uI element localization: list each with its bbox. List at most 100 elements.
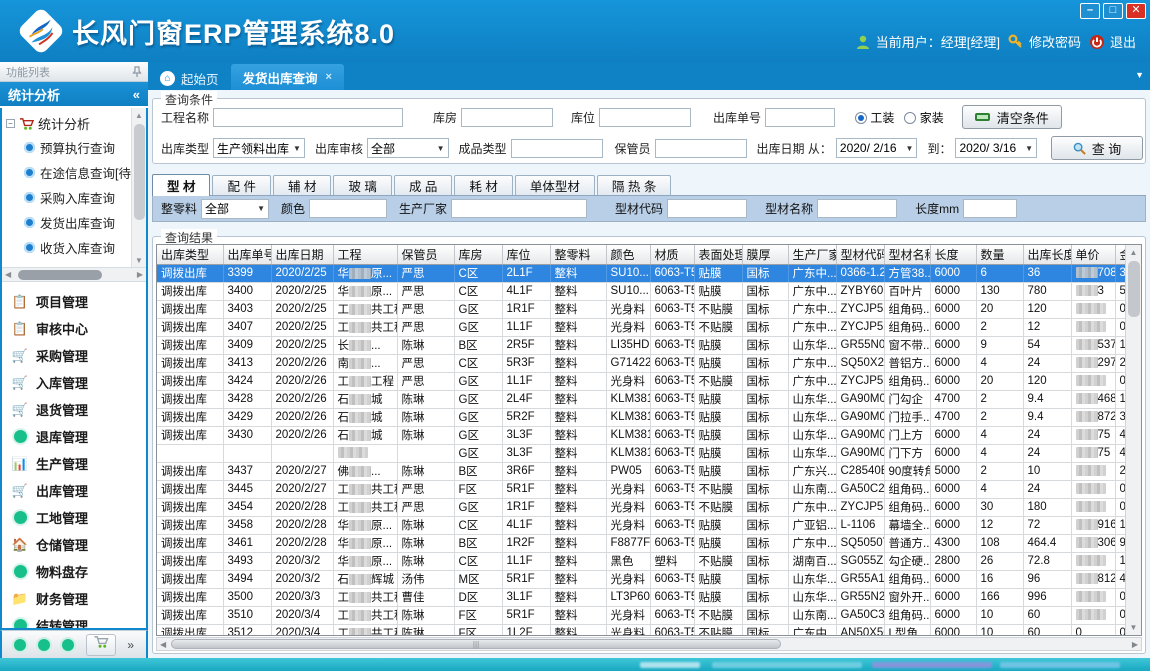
module-dot-icon[interactable]: [62, 639, 74, 651]
tree-item[interactable]: 发货出库查询: [6, 210, 124, 235]
column-header[interactable]: 表面处理: [694, 245, 742, 264]
table-row[interactable]: 调拨出库34452020/2/27工共工程严思F区5R1F整料光身料6063-T…: [157, 480, 1139, 498]
clear-conditions-button[interactable]: 清空条件: [962, 105, 1062, 129]
sidebar-item-财务管理[interactable]: 📁财务管理: [2, 585, 146, 612]
column-header[interactable]: 保管员: [397, 245, 454, 264]
location-input[interactable]: [599, 108, 691, 127]
sidebar-item-采购管理[interactable]: 🛒采购管理: [2, 342, 146, 369]
table-row[interactable]: 调拨出库34942020/3/2石辉城汤伟M区5R1F整料光身料6063-T5贴…: [157, 570, 1139, 588]
radio-jiazhuang[interactable]: 家装: [904, 109, 943, 126]
radio-gongzhuang[interactable]: 工装: [855, 109, 894, 126]
table-row[interactable]: 调拨出库34002020/2/25华原...严思C区4L1F整料SU10...6…: [157, 282, 1139, 300]
table-row[interactable]: 调拨出库34132020/2/26南...严思C区5R3F整料G71422606…: [157, 354, 1139, 372]
length-input[interactable]: [963, 199, 1017, 218]
table-row[interactable]: 调拨出库34932020/3/2华原...陈琳C区1L1F整料黑色塑料不贴膜国标…: [157, 552, 1139, 570]
tree-item[interactable]: 在途信息查询[待: [6, 160, 124, 185]
table-row[interactable]: 调拨出库34372020/2/27佛...陈琳B区3R6F整料PW056063-…: [157, 462, 1139, 480]
material-tab-隔热条[interactable]: 隔 热 条: [597, 175, 671, 195]
tab-list-dropdown-icon[interactable]: ▼: [1135, 70, 1144, 80]
collapse-icon[interactable]: «: [133, 87, 140, 102]
column-header[interactable]: 颜色: [606, 245, 650, 264]
sidebar-item-工地管理[interactable]: 工地管理: [2, 504, 146, 531]
scroll-left-icon[interactable]: ◀: [160, 638, 166, 651]
maximize-button[interactable]: □: [1103, 3, 1123, 19]
tree-expander-icon[interactable]: −: [6, 119, 15, 128]
table-row[interactable]: 调拨出库35122020/3/4工共工程陈琳F区1L2F整料光身料6063-T5…: [157, 624, 1139, 636]
column-header[interactable]: 出库类型: [157, 245, 223, 264]
table-row[interactable]: 调拨出库34092020/2/25长...陈琳B区2R5F整料LI35HD606…: [157, 336, 1139, 354]
warehouse-input[interactable]: [461, 108, 553, 127]
column-header[interactable]: 材质: [650, 245, 694, 264]
sidebar-item-结转管理[interactable]: 结转管理: [2, 612, 146, 630]
minimize-button[interactable]: –: [1080, 3, 1100, 19]
tree-item[interactable]: 退货查询[待定]: [6, 260, 124, 268]
table-row[interactable]: 调拨出库35002020/3/3工共工程曹佳D区3L1F整料LT3P606063…: [157, 588, 1139, 606]
table-row[interactable]: 调拨出库34282020/2/26石城陈琳G区2L4F整料KLM38176063…: [157, 390, 1139, 408]
sidebar-group-statistics[interactable]: 统计分析 «: [0, 82, 148, 106]
table-row[interactable]: G区3L3F整料KLM38176063-T5贴膜国标山东华...GA90M09.…: [157, 444, 1139, 462]
table-row[interactable]: 调拨出库34242020/2/26工工程严思G区1L1F整料光身料6063-T5…: [157, 372, 1139, 390]
product-type-input[interactable]: [511, 139, 603, 158]
scroll-up-icon[interactable]: ▲: [1126, 245, 1141, 260]
module-dot-icon[interactable]: [38, 639, 50, 651]
order-no-input[interactable]: [765, 108, 835, 127]
column-header[interactable]: 单价: [1071, 245, 1115, 264]
table-row[interactable]: 调拨出库34582020/2/28华原...陈琳C区4L1F整料光身料6063-…: [157, 516, 1139, 534]
table-row[interactable]: 调拨出库34302020/2/26石城陈琳G区3L3F整料KLM38176063…: [157, 426, 1139, 444]
tab-close-icon[interactable]: ×: [326, 71, 332, 83]
module-cart-button[interactable]: [86, 634, 116, 656]
keeper-input[interactable]: [655, 139, 747, 158]
column-header[interactable]: 型材代码: [836, 245, 884, 264]
column-header[interactable]: 出库单号: [223, 245, 271, 264]
project-name-input[interactable]: [213, 108, 403, 127]
tree-item[interactable]: 采购入库查询: [6, 185, 124, 210]
manufacturer-input[interactable]: [451, 199, 587, 218]
more-modules-chevron[interactable]: »: [127, 638, 134, 652]
material-tab-辅材[interactable]: 辅 材: [273, 175, 331, 195]
out-type-select[interactable]: 生产领料出库▼: [213, 138, 305, 158]
table-row[interactable]: 调拨出库34032020/2/25工共工程严思G区1R1F整料光身料6063-T…: [157, 300, 1139, 318]
scroll-left-icon[interactable]: ◀: [5, 268, 11, 282]
column-header[interactable]: 数量: [976, 245, 1023, 264]
column-header[interactable]: 出库日期: [271, 245, 333, 264]
query-button[interactable]: 查 询: [1051, 136, 1143, 160]
table-vertical-scrollbar[interactable]: ▲ ▼: [1125, 245, 1141, 635]
column-header[interactable]: 型材名称: [884, 245, 930, 264]
tab-shipment-outbound-query[interactable]: 发货出库查询 ×: [231, 64, 344, 90]
sidebar-item-仓储管理[interactable]: 🏠仓储管理: [2, 531, 146, 558]
sidebar-item-退库管理[interactable]: 退库管理: [2, 423, 146, 450]
table-row[interactable]: 调拨出库34542020/2/28工共工程严思G区1R1F整料光身料6063-T…: [157, 498, 1139, 516]
column-header[interactable]: 生产厂家: [788, 245, 836, 264]
tab-home[interactable]: ⌂ 起始页: [148, 66, 231, 90]
table-row[interactable]: 调拨出库34612020/2/28华原...陈琳B区1R2F整料F8877FT6…: [157, 534, 1139, 552]
column-header[interactable]: 出库长度: [1023, 245, 1071, 264]
tree-item[interactable]: 预算执行查询: [6, 135, 124, 160]
color-input[interactable]: [309, 199, 387, 218]
date-to-select[interactable]: 2020/ 3/16▼: [955, 138, 1037, 158]
change-password-button[interactable]: 修改密码: [1008, 32, 1081, 51]
sidebar-item-出库管理[interactable]: 🛒出库管理: [2, 477, 146, 504]
table-horizontal-scrollbar[interactable]: ◀ ||| ▶: [156, 637, 1142, 651]
tree-item[interactable]: 收货入库查询: [6, 235, 124, 260]
table-row[interactable]: 调拨出库34292020/2/26石城陈琳G区5R2F整料KLM38176063…: [157, 408, 1139, 426]
date-from-select[interactable]: 2020/ 2/16▼: [836, 138, 918, 158]
audit-select[interactable]: 全部▼: [367, 138, 449, 158]
material-tab-型材[interactable]: 型 材: [152, 174, 210, 196]
sidebar-item-项目管理[interactable]: 📋项目管理: [2, 288, 146, 315]
column-header[interactable]: 长度: [930, 245, 976, 264]
logout-button[interactable]: 退出: [1089, 32, 1136, 51]
sidebar-item-生产管理[interactable]: 📊生产管理: [2, 450, 146, 477]
pin-icon[interactable]: [132, 66, 142, 78]
table-row[interactable]: 调拨出库34072020/2/25工共工程严思G区1L1F整料光身料6063-T…: [157, 318, 1139, 336]
column-header[interactable]: 整零料: [550, 245, 606, 264]
material-tab-耗材[interactable]: 耗 材: [454, 175, 512, 195]
material-tab-配件[interactable]: 配 件: [212, 175, 270, 195]
profile-code-input[interactable]: [667, 199, 747, 218]
material-tab-单体型材[interactable]: 单体型材: [515, 175, 595, 195]
column-header[interactable]: 工程: [333, 245, 397, 264]
column-header[interactable]: 库位: [502, 245, 550, 264]
whole-part-select[interactable]: 全部▼: [201, 199, 269, 219]
tree-root-statistics[interactable]: − 统计分析: [6, 112, 124, 135]
column-header[interactable]: 膜厚: [742, 245, 788, 264]
table-row[interactable]: 调拨出库33992020/2/25华原...严思C区2L1F整料SU10...6…: [157, 264, 1139, 282]
